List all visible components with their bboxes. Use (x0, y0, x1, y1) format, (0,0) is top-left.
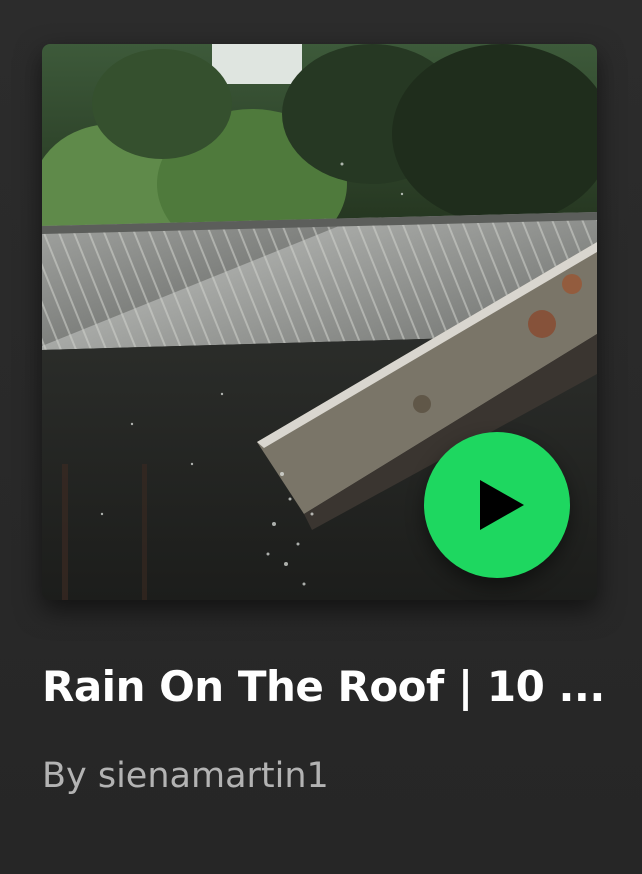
play-icon (480, 480, 524, 530)
play-button[interactable] (424, 432, 570, 578)
playlist-owner: By sienamartin1 (42, 756, 329, 796)
playlist-card[interactable]: Rain On The Roof | 10 ... By sienamartin… (0, 0, 642, 874)
playlist-title[interactable]: Rain On The Roof | 10 ... (42, 662, 602, 711)
